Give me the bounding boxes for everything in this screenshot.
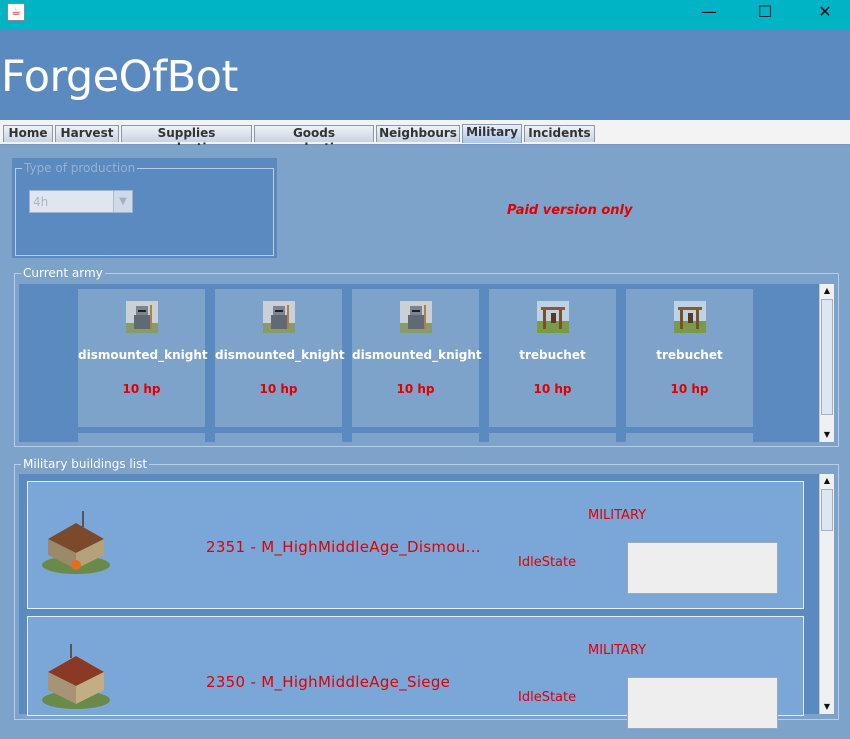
unit-name: trebuchet [656,348,723,362]
tab-harvest[interactable]: Harvest [55,125,119,142]
military-buildings-group-title: Military buildings list [21,457,150,471]
current-army-group-title: Current army [21,266,105,280]
army-unit-card-partial [215,433,342,442]
tab-incidents[interactable]: Incidents [524,125,595,142]
scroll-thumb[interactable] [821,489,833,531]
building-row: 2351 - M_HighMiddleAge_Dismou... MILITAR… [27,481,804,609]
building-row: 2350 - M_HighMiddleAge_Siege MILITARY Id… [27,616,804,729]
tab-strip: Home Harvest Supplies production Goods p… [0,120,850,155]
knight-icon [126,301,158,333]
unit-name: dismounted_knight [78,348,208,362]
production-type-value: 4h [33,195,49,209]
production-type-select: 4h ▼ [29,190,133,213]
paid-version-notice: Paid version only [507,203,633,218]
java-app-icon: ☕ [7,3,25,21]
scroll-thumb[interactable] [821,299,833,415]
army-scrollbar[interactable]: ▲ ▼ [819,284,834,442]
chevron-down-icon: ▼ [113,191,132,212]
scroll-down-arrow[interactable]: ▼ [820,700,834,714]
tab-goods-production[interactable]: Goods production [254,125,374,155]
unit-hp: 10 hp [533,382,572,396]
army-unit-card-partial [626,433,753,442]
unit-hp: 10 hp [259,382,298,396]
unit-name: trebuchet [519,348,586,362]
unit-hp: 10 hp [396,382,435,396]
building-name: 2351 - M_HighMiddleAge_Dismou... [206,538,481,556]
trebuchet-icon [674,301,706,333]
building-state: IdleState [518,690,577,705]
building-name: 2350 - M_HighMiddleAge_Siege [206,673,451,691]
app-header: ForgeOfBot [0,30,850,120]
knight-icon [400,301,432,333]
production-group-title: Type of production [22,161,138,175]
building-type: MILITARY [588,643,647,658]
unit-name: dismounted_knight [352,348,482,362]
title-bar: ☕ — ☐ ✕ [0,0,850,30]
scroll-down-arrow[interactable]: ▼ [820,428,834,442]
scroll-up-arrow[interactable]: ▲ [820,474,834,488]
unit-name: dismounted_knight [215,348,345,362]
building-action-box[interactable] [627,542,778,594]
building-action-box[interactable] [627,677,778,729]
army-unit-card-partial [352,433,479,442]
unit-hp: 10 hp [670,382,709,396]
scroll-up-arrow[interactable]: ▲ [820,284,834,298]
tab-supplies-production[interactable]: Supplies production [121,125,252,155]
military-building-icon [42,644,110,709]
app-brand-title: ForgeOfBot [1,52,238,102]
tab-neighbours[interactable]: Neighbours [376,125,460,142]
buildings-scrollbar[interactable]: ▲ ▼ [819,474,834,714]
unit-hp: 10 hp [122,382,161,396]
maximize-button[interactable]: ☐ [742,0,788,24]
close-button[interactable]: ✕ [802,0,848,24]
army-unit-card-partial [78,433,205,442]
knight-icon [263,301,295,333]
army-unit-card: dismounted_knight 10 hp [78,289,208,427]
building-state: IdleState [518,555,577,570]
tab-home[interactable]: Home [3,125,53,142]
military-building-icon [42,511,110,574]
army-unit-card: trebuchet 10 hp [626,289,753,427]
minimize-button[interactable]: — [686,0,732,24]
army-unit-card: dismounted_knight 10 hp [352,289,482,427]
army-unit-card: dismounted_knight 10 hp [215,289,345,427]
army-unit-card-partial [489,433,616,442]
tab-military[interactable]: Military [462,124,522,143]
trebuchet-icon [537,301,569,333]
army-unit-card: trebuchet 10 hp [489,289,616,427]
building-type: MILITARY [588,508,647,523]
